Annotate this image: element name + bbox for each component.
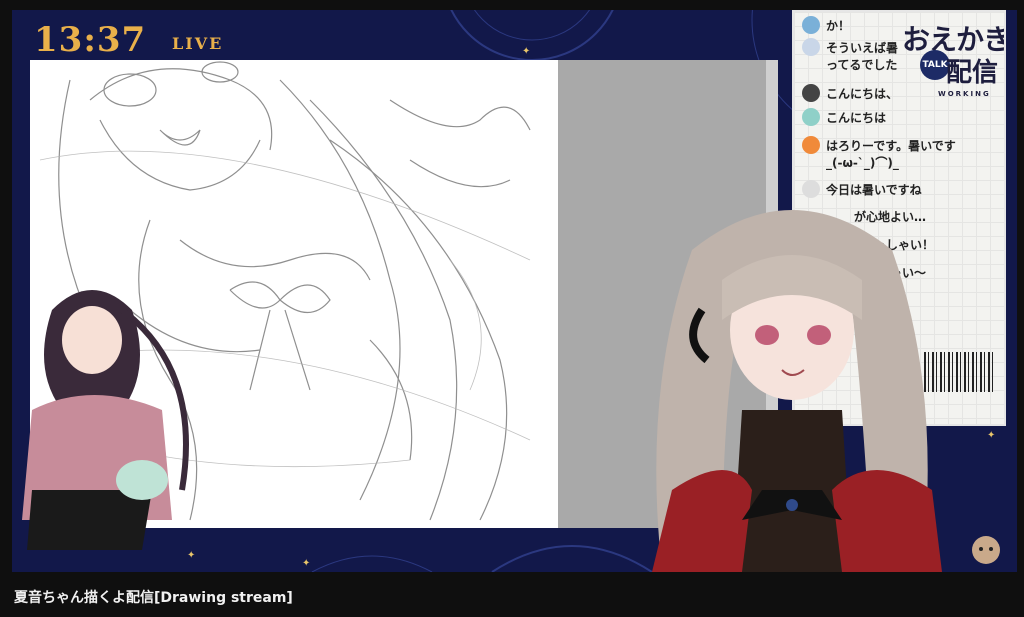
chat-message-continued: ってるでした [826, 58, 898, 72]
chat-avatar [802, 108, 820, 126]
mascot-sticker [972, 536, 1000, 564]
badge-working-label: WORKING [938, 90, 991, 98]
chat-message-continued: _(-ω-`_)⌒)_ [826, 156, 899, 170]
stream-clock: 13:37 [34, 20, 147, 60]
oekaki-stream-badge: おえかき TALK 配信 WORKING [902, 18, 1004, 104]
chat-avatar [802, 136, 820, 154]
vtuber-avatar [652, 210, 942, 572]
chat-message: か！ [802, 16, 850, 34]
chat-message: こんにちは [802, 108, 886, 126]
chat-message: はろりーです。暑いです [802, 136, 956, 154]
star-decoration-icon: ✦ [987, 430, 996, 441]
chat-message: そういえば暑 [802, 38, 898, 56]
video-player[interactable]: ✦ ✦ ✦ ✦ 13:37 LIVE か！ そういえば暑 ってるでした こんにち… [12, 10, 1017, 572]
youtube-page: ✦ ✦ ✦ ✦ 13:37 LIVE か！ そういえば暑 ってるでした こんにち… [0, 0, 1024, 617]
chat-avatar [802, 38, 820, 56]
chibi-avatar-left [22, 290, 189, 550]
video-title[interactable]: 夏音ちゃん描くよ配信[Drawing stream] [14, 587, 293, 607]
star-decoration-icon: ✦ [302, 558, 311, 569]
chat-avatar [802, 84, 820, 102]
star-decoration-icon: ✦ [522, 46, 531, 57]
chat-message: こんにちは、 [802, 84, 898, 102]
badge-title-line2: 配信 [946, 58, 999, 88]
chat-avatar [802, 16, 820, 34]
live-label: LIVE [172, 34, 224, 53]
